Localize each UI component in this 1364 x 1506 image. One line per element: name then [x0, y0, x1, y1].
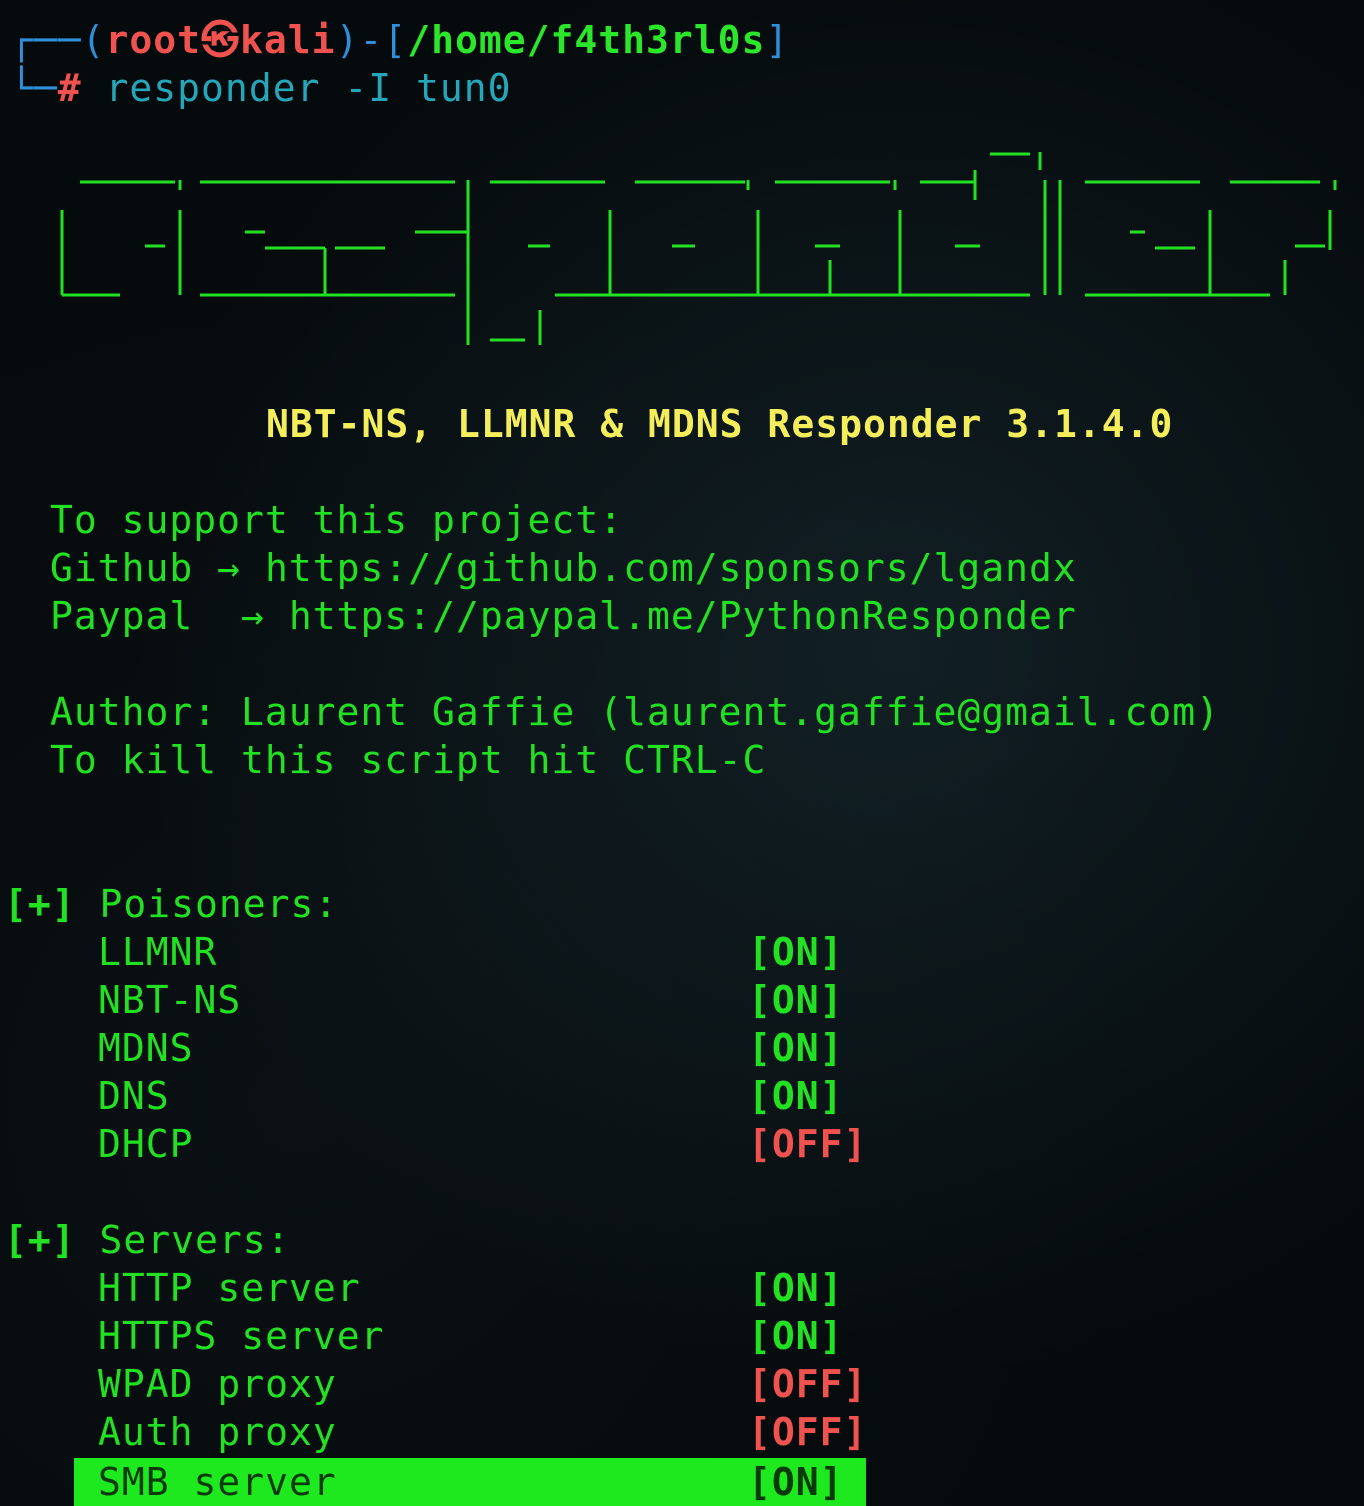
- status-badge: [ON]: [748, 1026, 844, 1070]
- selected-row-highlight[interactable]: SMB server [ON]: [74, 1458, 866, 1506]
- author-line: Author: Laurent Gaffie (laurent.gaffie@g…: [50, 690, 1221, 734]
- option-name: DHCP: [98, 1122, 194, 1166]
- option-name: Auth proxy: [98, 1410, 337, 1454]
- paypal-line: Paypal → https://paypal.me/PythonRespond…: [50, 592, 1077, 640]
- prompt-path: /home/f4th3rl0s: [407, 18, 766, 62]
- status-badge: [ON]: [748, 1314, 844, 1358]
- prompt-host: kali: [240, 18, 336, 62]
- option-name: WPAD proxy: [98, 1362, 337, 1406]
- status-badge: [OFF]: [748, 1122, 868, 1166]
- paypal-url[interactable]: https://paypal.me/PythonResponder: [289, 594, 1077, 638]
- option-name: NBT-NS: [98, 978, 242, 1022]
- option-name: LLMNR: [98, 930, 218, 974]
- github-url[interactable]: https://github.com/sponsors/lgandx: [265, 546, 1077, 590]
- arrow-icon: →: [241, 594, 265, 638]
- command-line[interactable]: └─# responder -I tun0: [10, 64, 511, 112]
- responder-ascii-banner: [50, 140, 1350, 360]
- github-label: Github: [50, 546, 194, 590]
- option-name: SMB server: [98, 1460, 337, 1504]
- option-name: MDNS: [98, 1026, 194, 1070]
- prompt-user: root: [105, 18, 202, 62]
- prompt-line: ┌──(root㉿kali)-[/home/f4th3rl0s]: [10, 18, 790, 62]
- github-line: Github → https://github.com/sponsors/lga…: [50, 544, 1077, 592]
- support-heading: To support this project:: [50, 498, 624, 542]
- status-badge: [ON]: [748, 1074, 844, 1118]
- option-name: HTTPS server: [98, 1314, 385, 1358]
- status-badge: [ON]: [748, 1460, 844, 1504]
- banner-title: NBT-NS, LLMNR & MDNS Responder 3.1.4.0: [266, 402, 1174, 446]
- prompt-hash: #: [57, 66, 82, 110]
- option-name: DNS: [98, 1074, 170, 1118]
- command-text: responder -I tun0: [105, 66, 512, 110]
- option-name: HTTP server: [98, 1266, 361, 1310]
- arrow-icon: →: [217, 546, 242, 590]
- section-title: Poisoners:: [99, 882, 339, 926]
- servers-heading: [+] Servers:: [4, 1216, 291, 1264]
- skull-icon: ㉿: [201, 18, 241, 62]
- status-badge: [ON]: [748, 930, 844, 974]
- status-badge: [OFF]: [748, 1362, 868, 1406]
- poisoners-heading: [+] Poisoners:: [4, 880, 338, 928]
- plus-tag: [+]: [4, 882, 76, 926]
- status-badge: [ON]: [748, 978, 844, 1022]
- section-title: Servers:: [99, 1218, 291, 1262]
- responder-logo: [60, 152, 1337, 345]
- status-badge: [ON]: [748, 1266, 844, 1310]
- status-badge: [OFF]: [748, 1410, 868, 1454]
- paypal-label: Paypal: [50, 594, 194, 638]
- kill-hint: To kill this script hit CTRL-C: [50, 738, 767, 782]
- plus-tag: [+]: [4, 1218, 76, 1262]
- terminal-output[interactable]: ┌──(root㉿kali)-[/home/f4th3rl0s] └─# res…: [0, 0, 1364, 1506]
